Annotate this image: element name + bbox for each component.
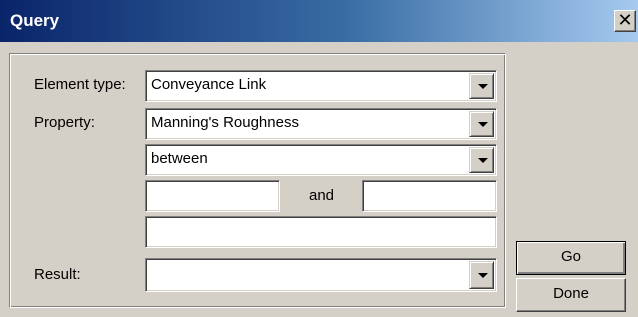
result-label: Result: [34,266,81,283]
and-label: and [308,187,335,204]
chevron-down-icon [478,84,488,89]
chevron-down-icon [478,158,488,163]
value-from-input[interactable] [145,180,280,212]
value-to-input[interactable] [362,180,497,212]
element-type-value: Conveyance Link [151,76,267,93]
operator-dropdown-button[interactable] [469,147,494,173]
element-type-label: Element type: [34,76,126,93]
property-value: Manning's Roughness [151,114,299,131]
operator-value: between [151,150,208,167]
property-label: Property: [34,114,95,131]
value-text-input[interactable] [145,216,497,248]
query-dialog: Query ✕ Element type: Conveyance Link Pr… [0,0,638,317]
chevron-down-icon [478,273,488,278]
element-type-dropdown-button[interactable] [469,73,494,99]
close-icon: ✕ [617,10,633,31]
result-dropdown-button[interactable] [469,261,494,289]
operator-dropdown[interactable]: between [145,144,497,176]
window-title: Query [10,11,60,30]
done-button[interactable]: Done [516,278,626,312]
close-button[interactable]: ✕ [614,10,636,32]
result-dropdown[interactable] [145,258,497,292]
go-button[interactable]: Go [516,241,626,275]
property-dropdown[interactable]: Manning's Roughness [145,108,497,140]
title-bar: Query ✕ [0,0,638,42]
element-type-dropdown[interactable]: Conveyance Link [145,70,497,102]
property-dropdown-button[interactable] [469,111,494,137]
chevron-down-icon [478,122,488,127]
